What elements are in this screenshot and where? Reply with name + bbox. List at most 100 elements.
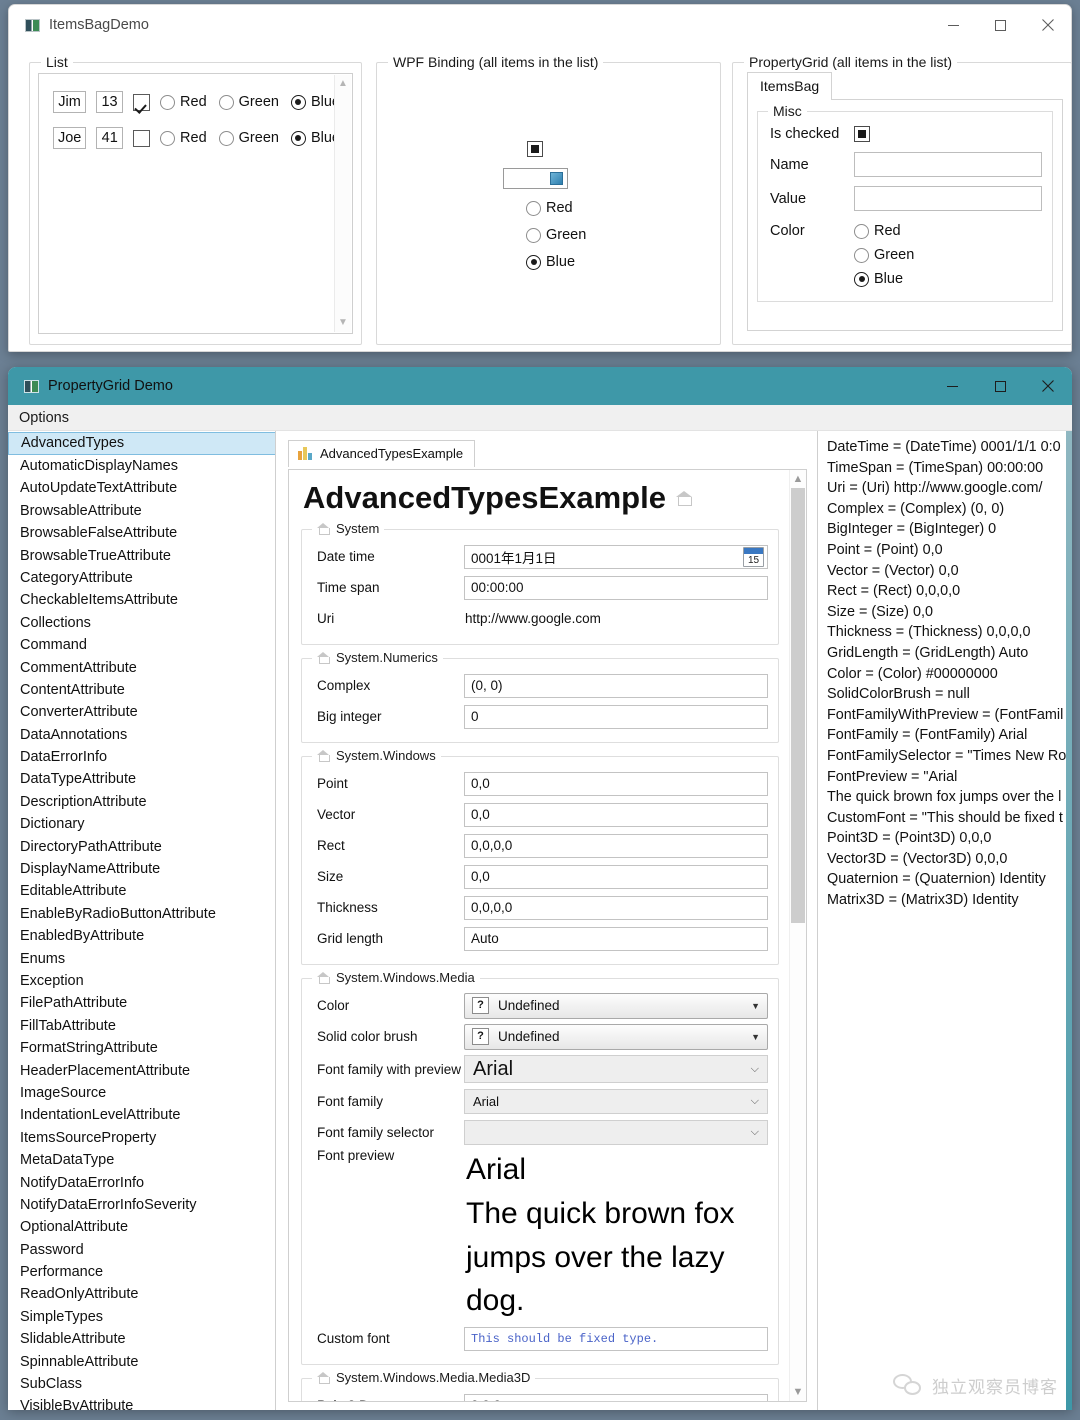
- sidebar-item-filltabattribute[interactable]: FillTabAttribute: [8, 1015, 275, 1037]
- row-checkbox[interactable]: [133, 93, 151, 111]
- sidebar-item-browsablefalseattribute[interactable]: BrowsableFalseAttribute: [8, 522, 275, 544]
- row-radio-red[interactable]: [160, 94, 176, 110]
- sidebar-item-categoryattribute[interactable]: CategoryAttribute: [8, 567, 275, 589]
- row-value-field[interactable]: 13: [96, 91, 124, 113]
- chevron-up-icon[interactable]: ▲: [338, 79, 348, 89]
- text-input[interactable]: 0,0,0,0: [464, 895, 768, 920]
- wpf-radio-blue[interactable]: Blue: [526, 254, 623, 270]
- text-input[interactable]: 0,0: [464, 771, 768, 796]
- window2-titlebar[interactable]: PropertyGrid Demo: [8, 367, 1072, 405]
- text-input[interactable]: This should be fixed type.: [464, 1326, 768, 1351]
- tab-advancedtypesexample[interactable]: AdvancedTypesExample: [288, 440, 476, 467]
- sidebar-item-simpletypes[interactable]: SimpleTypes: [8, 1306, 275, 1328]
- scrollbar-thumb[interactable]: [791, 488, 805, 923]
- wpf-checkbox[interactable]: [527, 141, 543, 157]
- calendar-icon[interactable]: 15: [743, 546, 764, 567]
- row-radio-blue[interactable]: [290, 94, 306, 110]
- text-input[interactable]: 0: [464, 704, 768, 729]
- row-value-field[interactable]: 41: [96, 127, 124, 149]
- properties-scrollbar[interactable]: ▲ ▼: [789, 470, 806, 1401]
- sidebar-item-formatstringattribute[interactable]: FormatStringAttribute: [8, 1037, 275, 1059]
- row-radio-green[interactable]: [218, 94, 234, 110]
- sidebar-item-editableattribute[interactable]: EditableAttribute: [8, 880, 275, 902]
- sidebar-item-slidableattribute[interactable]: SlidableAttribute: [8, 1328, 275, 1350]
- list-item[interactable]: Joe 41 Red Green Blue: [53, 123, 352, 153]
- sidebar-item-notifydataerrorinfoseverity[interactable]: NotifyDataErrorInfoSeverity: [8, 1194, 275, 1216]
- sidebar-item-browsabletrueattribute[interactable]: BrowsableTrueAttribute: [8, 545, 275, 567]
- radio-icon[interactable]: [526, 254, 541, 270]
- sidebar-item-advancedtypes[interactable]: AdvancedTypes: [8, 432, 275, 455]
- sidebar-item-visiblebyattribute[interactable]: VisibleByAttribute: [8, 1395, 275, 1410]
- sidebar-item-converterattribute[interactable]: ConverterAttribute: [8, 701, 275, 723]
- sidebar-item-imagesource[interactable]: ImageSource: [8, 1082, 275, 1104]
- sidebar-item-autoupdatetextattribute[interactable]: AutoUpdateTextAttribute: [8, 477, 275, 499]
- wpf-color-picker[interactable]: [503, 168, 568, 189]
- sidebar-item-optionalattribute[interactable]: OptionalAttribute: [8, 1216, 275, 1238]
- chevron-down-icon[interactable]: ⌵: [751, 1095, 759, 1108]
- text-input[interactable]: 00:00:00: [464, 575, 768, 600]
- row-checkbox[interactable]: [133, 129, 151, 147]
- sidebar-item-descriptionattribute[interactable]: DescriptionAttribute: [8, 791, 275, 813]
- output-scrollbar[interactable]: [1066, 431, 1072, 1410]
- name-input[interactable]: [854, 152, 1042, 177]
- sidebar-item-notifydataerrorinfo[interactable]: NotifyDataErrorInfo: [8, 1172, 275, 1194]
- sidebar-item-subclass[interactable]: SubClass: [8, 1373, 275, 1395]
- sidebar-item-dataannotations[interactable]: DataAnnotations: [8, 724, 275, 746]
- sidebar-item-dataerrorinfo[interactable]: DataErrorInfo: [8, 746, 275, 768]
- minimize-button[interactable]: [928, 367, 976, 405]
- value-input[interactable]: [854, 186, 1042, 211]
- row-name-field[interactable]: Joe: [53, 127, 87, 149]
- sidebar-item-spinnableattribute[interactable]: SpinnableAttribute: [8, 1351, 275, 1373]
- chevron-down-icon[interactable]: ⌵: [751, 1126, 759, 1139]
- sidebar-item-exception[interactable]: Exception: [8, 970, 275, 992]
- list-item[interactable]: Jim 13 Red Green Blue: [53, 87, 352, 117]
- chevron-down-icon[interactable]: ▼: [338, 318, 348, 328]
- date-input[interactable]: 0001年1月1日 15: [464, 544, 768, 569]
- color-radio-red[interactable]: [854, 223, 869, 239]
- close-button[interactable]: [1024, 367, 1072, 405]
- wpf-radio-green[interactable]: Green: [526, 227, 623, 243]
- sidebar-item-headerplacementattribute[interactable]: HeaderPlacementAttribute: [8, 1060, 275, 1082]
- sidebar-item-metadatatype[interactable]: MetaDataType: [8, 1149, 275, 1171]
- font-family-dropdown[interactable]: Arial ⌵: [464, 1089, 768, 1114]
- color-dropdown[interactable]: ? Undefined ▼: [464, 1023, 768, 1050]
- sidebar-list[interactable]: AdvancedTypes AutomaticDisplayNames AutoUp…: [8, 431, 276, 1410]
- list-box[interactable]: Jim 13 Red Green Blue Joe 41 Red Green B…: [38, 73, 353, 334]
- chevron-down-icon[interactable]: ▼: [790, 1386, 806, 1398]
- radio-icon[interactable]: [526, 227, 541, 243]
- sidebar-item-datatypeattribute[interactable]: DataTypeAttribute: [8, 768, 275, 790]
- radio-icon[interactable]: [526, 200, 541, 216]
- sidebar-item-command[interactable]: Command: [8, 634, 275, 656]
- sidebar-item-contentattribute[interactable]: ContentAttribute: [8, 679, 275, 701]
- row-radio-green[interactable]: [218, 130, 234, 146]
- close-button[interactable]: [1024, 5, 1071, 45]
- sidebar-item-enablebyradiobuttonattribute[interactable]: EnableByRadioButtonAttribute: [8, 903, 275, 925]
- chevron-up-icon[interactable]: ▲: [790, 473, 806, 485]
- sidebar-item-filepathattribute[interactable]: FilePathAttribute: [8, 992, 275, 1014]
- color-radio-green[interactable]: [854, 247, 869, 263]
- sidebar-item-automaticdisplaynames[interactable]: AutomaticDisplayNames: [8, 455, 275, 477]
- chevron-down-icon[interactable]: ▼: [751, 1032, 760, 1042]
- sidebar-item-checkableitemsattribute[interactable]: CheckableItemsAttribute: [8, 589, 275, 611]
- sidebar-item-collections[interactable]: Collections: [8, 612, 275, 634]
- text-input[interactable]: 0,0: [464, 802, 768, 827]
- text-input[interactable]: 0,0,0: [464, 1393, 768, 1401]
- row-radio-red[interactable]: [160, 130, 176, 146]
- is-checked-checkbox[interactable]: [854, 126, 870, 142]
- sidebar-item-dictionary[interactable]: Dictionary: [8, 813, 275, 835]
- sidebar-item-directorypathattribute[interactable]: DirectoryPathAttribute: [8, 836, 275, 858]
- text-input[interactable]: Auto: [464, 926, 768, 951]
- color-dropdown[interactable]: ? Undefined ▼: [464, 992, 768, 1019]
- chevron-down-icon[interactable]: ▼: [751, 1001, 760, 1011]
- sidebar-item-readonlyattribute[interactable]: ReadOnlyAttribute: [8, 1283, 275, 1305]
- sidebar-item-performance[interactable]: Performance: [8, 1261, 275, 1283]
- chevron-down-icon[interactable]: ⌵: [751, 1063, 759, 1076]
- sidebar-item-displaynameattribute[interactable]: DisplayNameAttribute: [8, 858, 275, 880]
- row-name-field[interactable]: Jim: [53, 91, 87, 113]
- row-radio-blue[interactable]: [290, 130, 306, 146]
- font-family-dropdown[interactable]: Arial ⌵: [464, 1055, 768, 1083]
- window1-titlebar[interactable]: ItemsBagDemo: [9, 5, 1071, 45]
- sidebar-item-itemssourceproperty[interactable]: ItemsSourceProperty: [8, 1127, 275, 1149]
- tab-itemsbag[interactable]: ItemsBag: [747, 72, 833, 100]
- text-input[interactable]: (0, 0): [464, 673, 768, 698]
